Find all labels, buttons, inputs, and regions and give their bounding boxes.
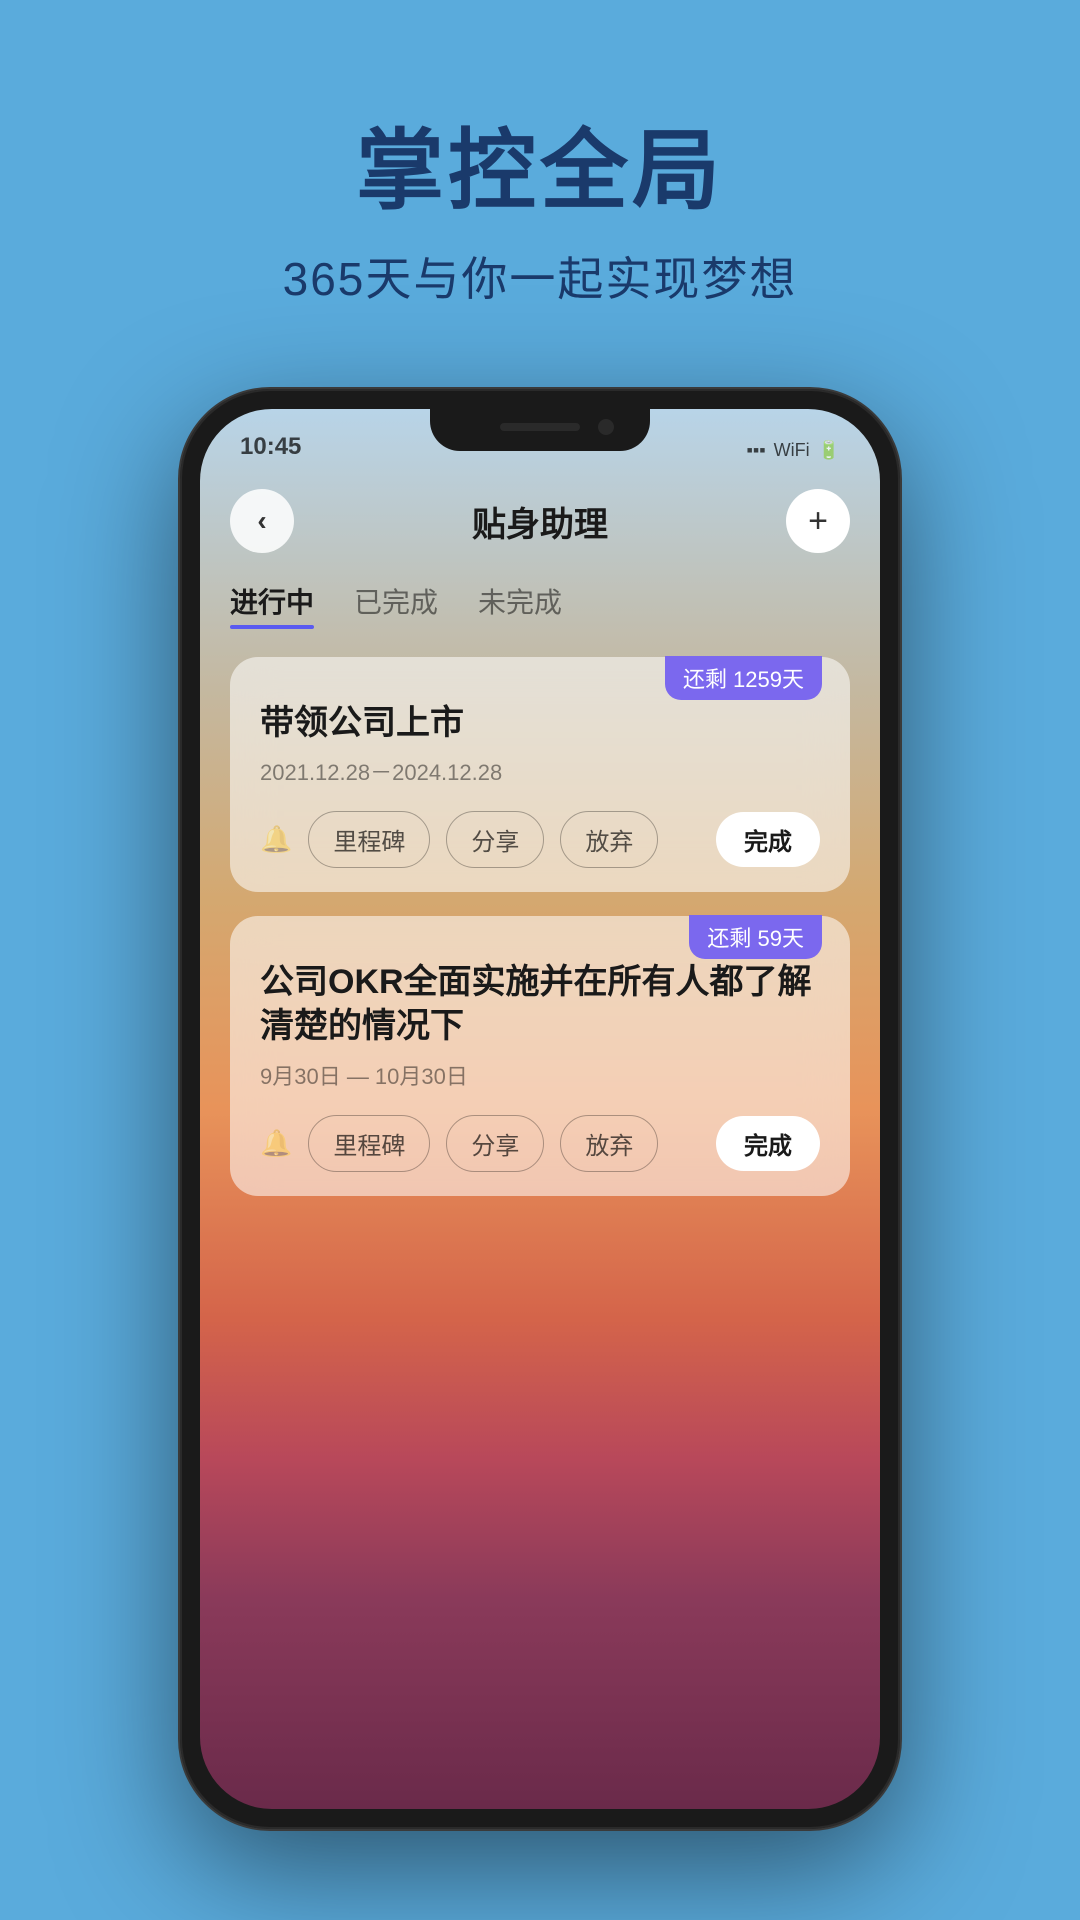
phone-screen: 10:45 ▪▪▪ WiFi 🔋 ‹ 贴身助理 + 进行中 已完成 未完成: [200, 409, 880, 1809]
app-content: ‹ 贴身助理 + 进行中 已完成 未完成 还剩 1259天 带领公司上市 202…: [200, 469, 880, 1809]
tab-incomplete[interactable]: 未完成: [478, 581, 562, 629]
share-btn-2[interactable]: 分享: [446, 1115, 544, 1172]
phone-notch: [430, 409, 650, 451]
phone-mockup: 10:45 ▪▪▪ WiFi 🔋 ‹ 贴身助理 + 进行中 已完成 未完成: [180, 389, 900, 1829]
milestone-btn-2[interactable]: 里程碑: [308, 1115, 430, 1172]
bell-icon-1[interactable]: 🔔: [260, 824, 292, 855]
back-button[interactable]: ‹: [230, 489, 294, 553]
remaining-badge-2: 还剩 59天: [689, 915, 822, 959]
goal-title-2: 公司OKR全面实施并在所有人都了解清楚的情况下: [260, 960, 820, 1048]
abandon-btn-1[interactable]: 放弃: [560, 811, 658, 868]
milestone-btn-1[interactable]: 里程碑: [308, 811, 430, 868]
add-button[interactable]: +: [786, 489, 850, 553]
complete-btn-1[interactable]: 完成: [716, 812, 820, 867]
abandon-btn-2[interactable]: 放弃: [560, 1115, 658, 1172]
status-icons: ▪▪▪ WiFi 🔋: [746, 440, 840, 461]
bell-icon-2[interactable]: 🔔: [260, 1128, 292, 1159]
goal-date-2: 9月30日 — 10月30日: [260, 1059, 820, 1091]
tab-bar: 进行中 已完成 未完成: [230, 581, 850, 629]
notch-camera: [598, 419, 614, 435]
notch-speaker: [500, 423, 580, 431]
complete-btn-2[interactable]: 完成: [716, 1116, 820, 1171]
nav-title: 贴身助理: [472, 497, 608, 546]
goal-title-1: 带领公司上市: [260, 701, 820, 745]
goal-card-2: 还剩 59天 公司OKR全面实施并在所有人都了解清楚的情况下 9月30日 — 1…: [230, 916, 850, 1195]
goal-actions-1: 🔔 里程碑 分享 放弃 完成: [260, 811, 820, 868]
tab-completed[interactable]: 已完成: [354, 581, 438, 629]
tab-in-progress[interactable]: 进行中: [230, 581, 314, 629]
page-subtitle: 365天与你一起实现梦想: [283, 243, 798, 309]
remaining-badge-1: 还剩 1259天: [665, 656, 822, 700]
share-btn-1[interactable]: 分享: [446, 811, 544, 868]
goal-card-1: 还剩 1259天 带领公司上市 2021.12.28－2024.12.28 🔔 …: [230, 657, 850, 892]
goal-date-1: 2021.12.28－2024.12.28: [260, 755, 820, 787]
nav-bar: ‹ 贴身助理 +: [230, 489, 850, 553]
wifi-icon: WiFi: [774, 440, 810, 461]
goal-actions-2: 🔔 里程碑 分享 放弃 完成: [260, 1115, 820, 1172]
battery-icon: 🔋: [818, 440, 840, 461]
status-time: 10:45: [240, 433, 301, 461]
signal-icon: ▪▪▪: [746, 440, 765, 461]
page-title: 掌控全局: [283, 100, 798, 227]
